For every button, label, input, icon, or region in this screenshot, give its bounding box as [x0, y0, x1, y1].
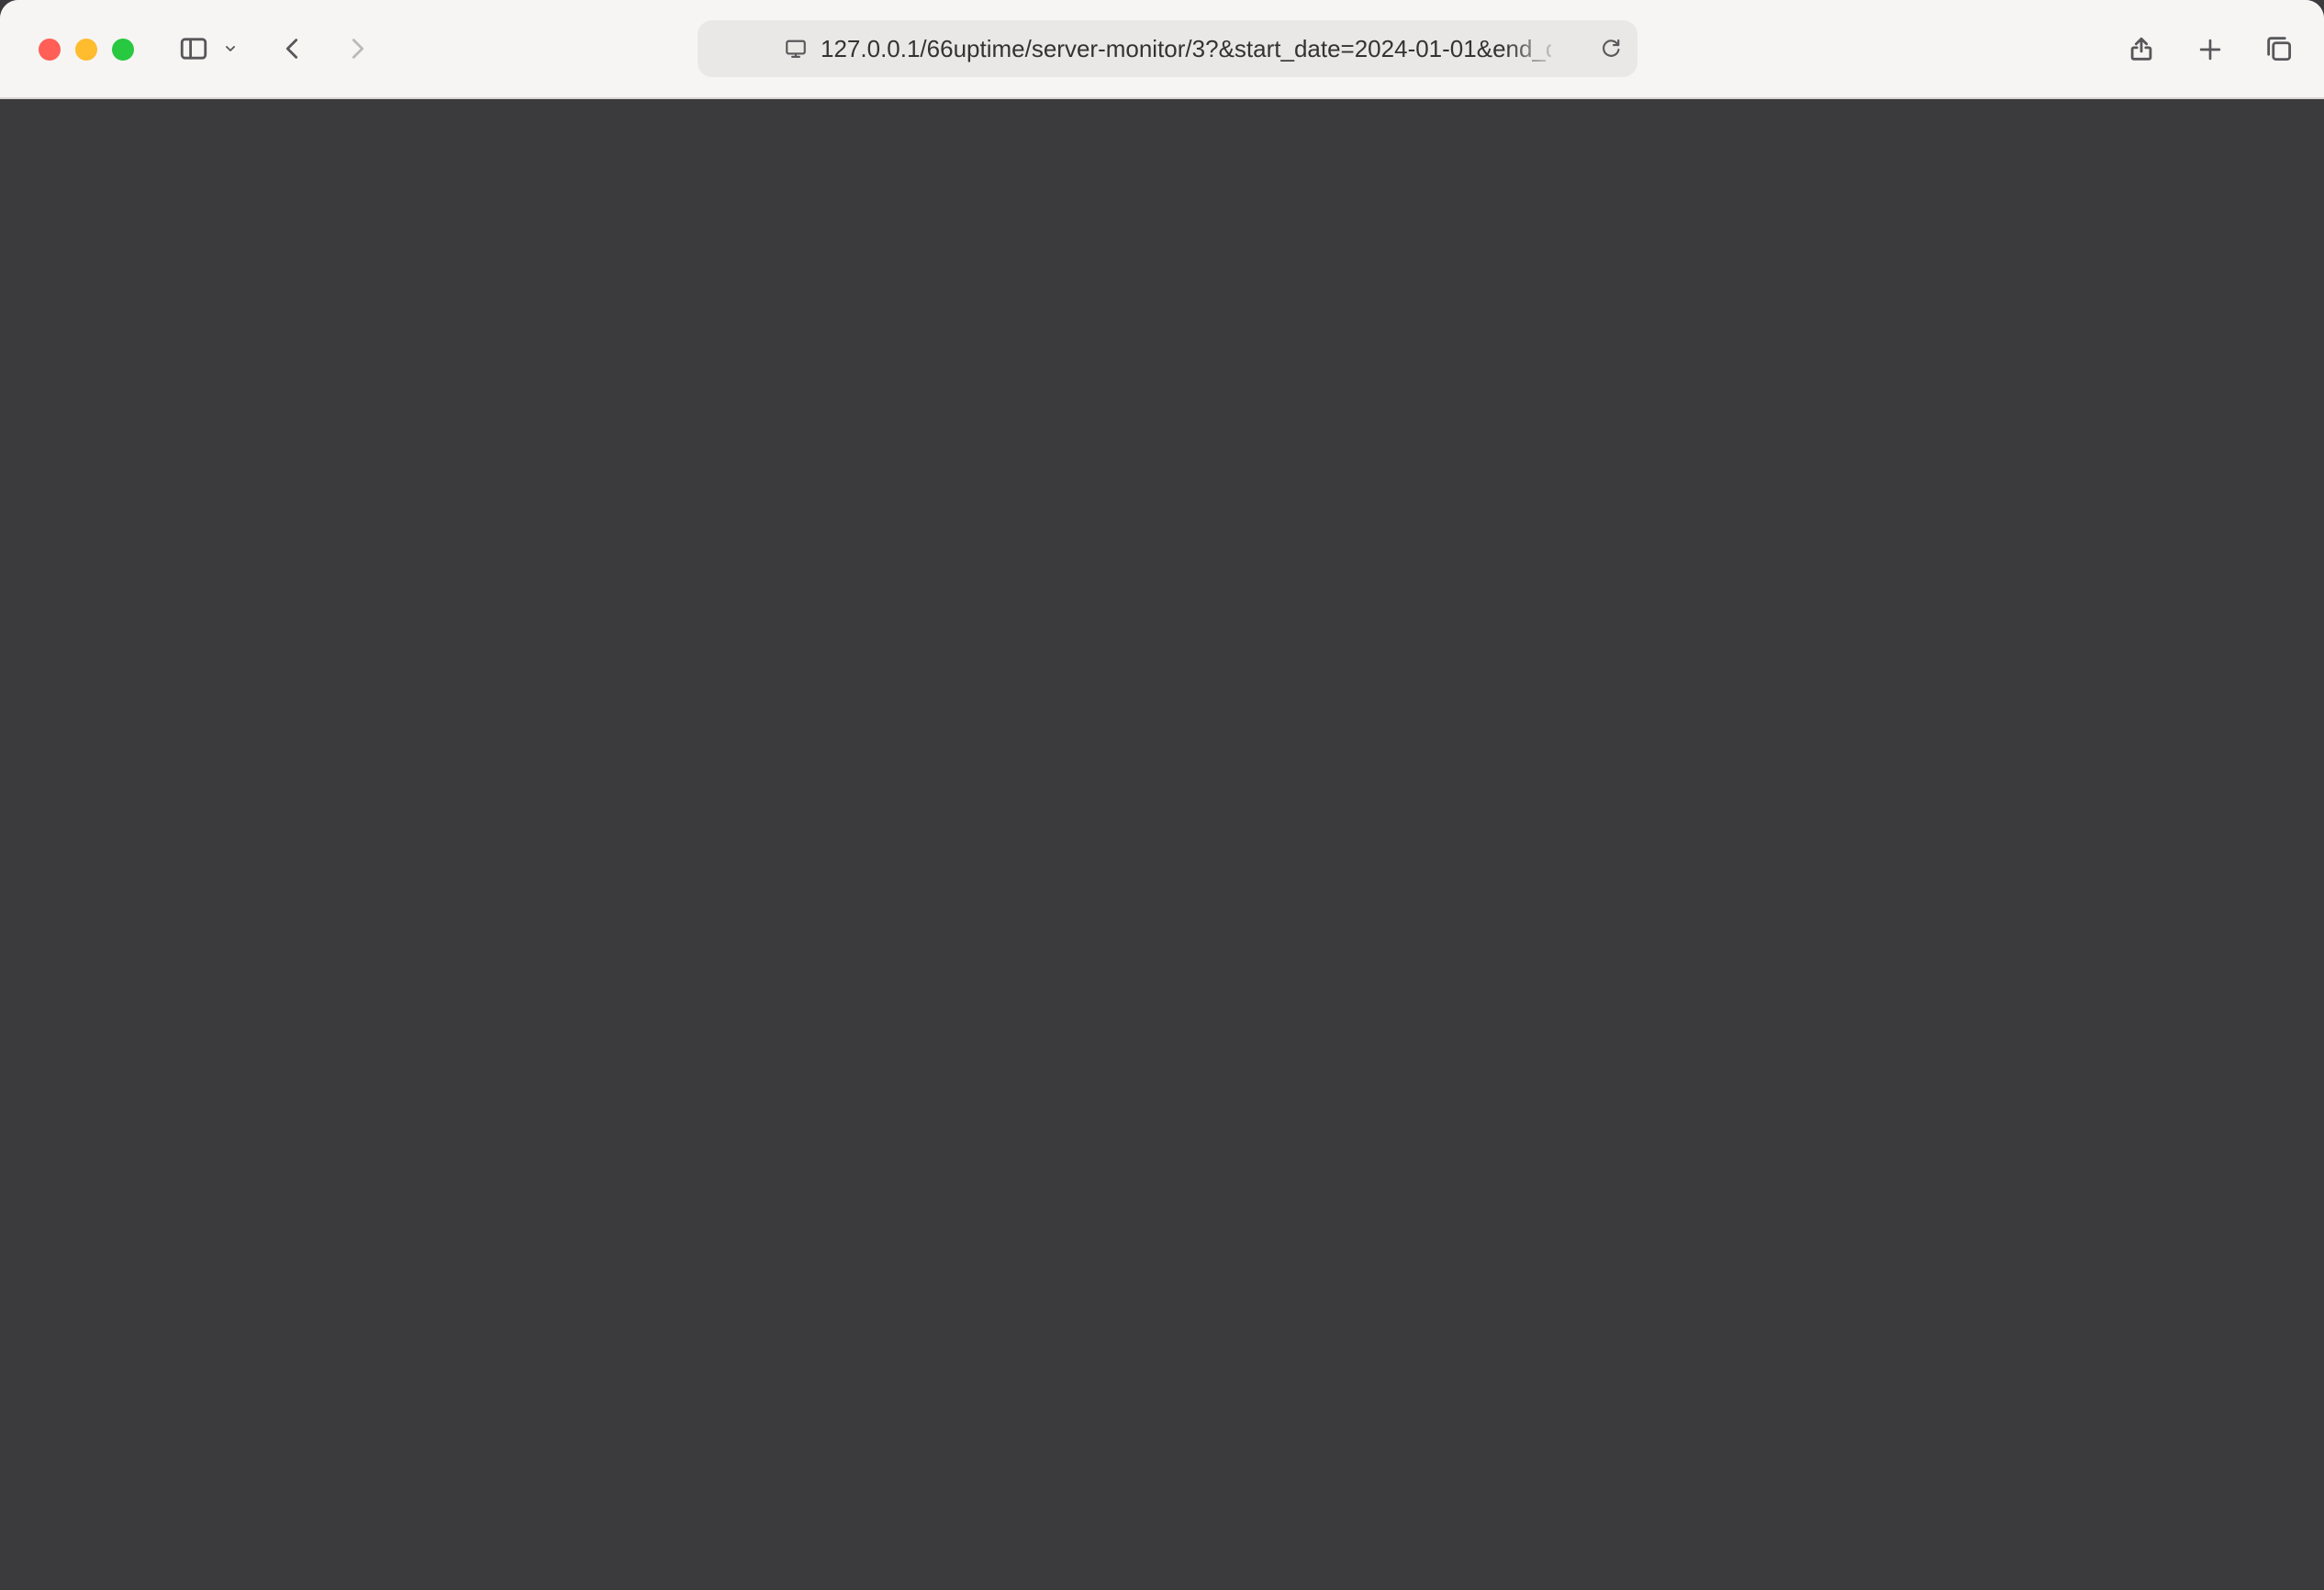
reload-button[interactable]	[1599, 37, 1623, 61]
back-button[interactable]	[277, 33, 308, 64]
address-bar[interactable]: 127.0.0.1/66uptime/server-monitor/3?&sta…	[698, 20, 1637, 77]
back-icon	[277, 33, 308, 64]
tab-overview-button[interactable]	[2263, 33, 2295, 64]
traffic-lights	[0, 38, 134, 60]
new-tab-icon	[2196, 34, 2225, 63]
reload-icon	[1599, 37, 1623, 61]
forward-icon	[341, 33, 373, 64]
close-window-button[interactable]	[39, 38, 61, 60]
url-fade	[1505, 20, 1582, 77]
browser-window: 127.0.0.1/66uptime/server-monitor/3?&sta…	[0, 0, 2324, 99]
share-button[interactable]	[2126, 33, 2157, 64]
site-icon	[784, 37, 808, 61]
forward-button[interactable]	[341, 33, 373, 64]
tab-groups-button[interactable]	[220, 39, 240, 59]
screen: 127.0.0.1/66uptime/server-monitor/3?&sta…	[0, 0, 2324, 1590]
new-tab-button[interactable]	[2196, 34, 2225, 63]
minimize-window-button[interactable]	[75, 38, 97, 60]
url-text: 127.0.0.1/66uptime/server-monitor/3?&sta…	[821, 35, 1551, 62]
zoom-window-button[interactable]	[112, 38, 134, 60]
tab-groups-chevron-icon	[220, 39, 240, 59]
tab-overview-icon	[2263, 33, 2295, 64]
sidebar-toggle-button[interactable]	[178, 33, 209, 64]
sidebar-toggle-icon	[178, 33, 209, 64]
share-icon	[2126, 33, 2157, 64]
browser-chrome: 127.0.0.1/66uptime/server-monitor/3?&sta…	[0, 0, 2324, 99]
